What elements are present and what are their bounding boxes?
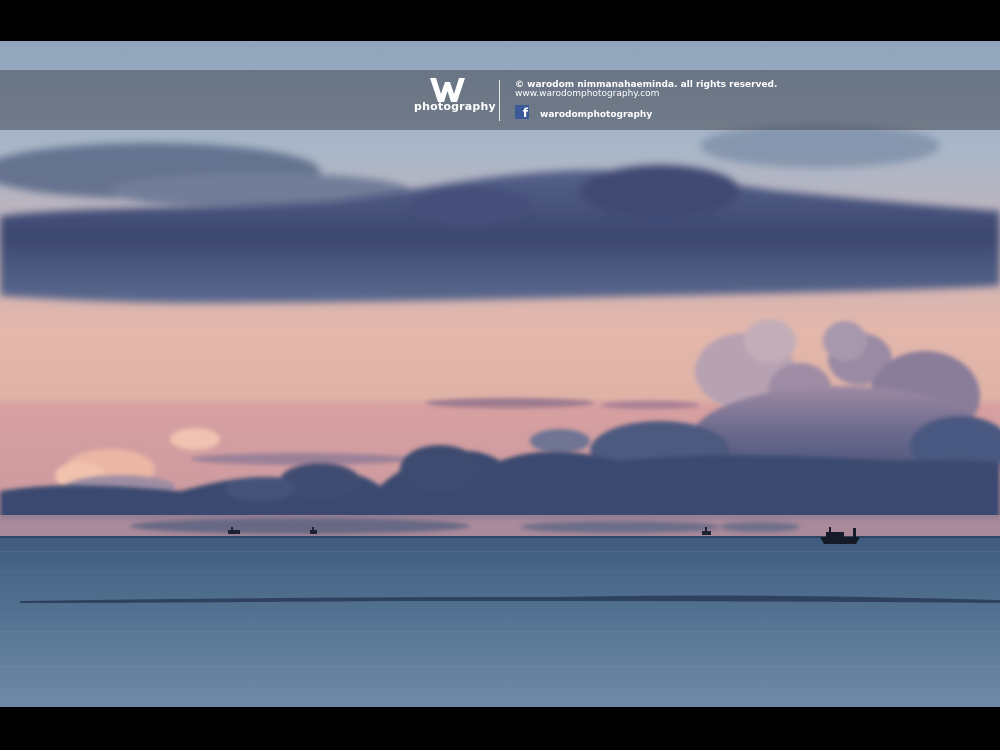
watermark-divider (499, 80, 500, 121)
logo-text: photography (414, 100, 496, 113)
black-frame: photography © warodom nimmanahaeminda. a… (0, 0, 1000, 750)
photography-logo: photography (414, 78, 496, 122)
sea (0, 536, 1000, 707)
w-logo-icon (430, 78, 465, 102)
watermark-banner: photography © warodom nimmanahaeminda. a… (0, 70, 1000, 130)
seascape-photo: photography © warodom nimmanahaeminda. a… (0, 41, 1000, 707)
sunrise-sea-scene (0, 41, 1000, 707)
website-link[interactable]: www.warodomphotography.com (515, 90, 659, 99)
facebook-icon[interactable]: f (515, 105, 529, 119)
facebook-handle[interactable]: warodomphotography (540, 111, 652, 120)
